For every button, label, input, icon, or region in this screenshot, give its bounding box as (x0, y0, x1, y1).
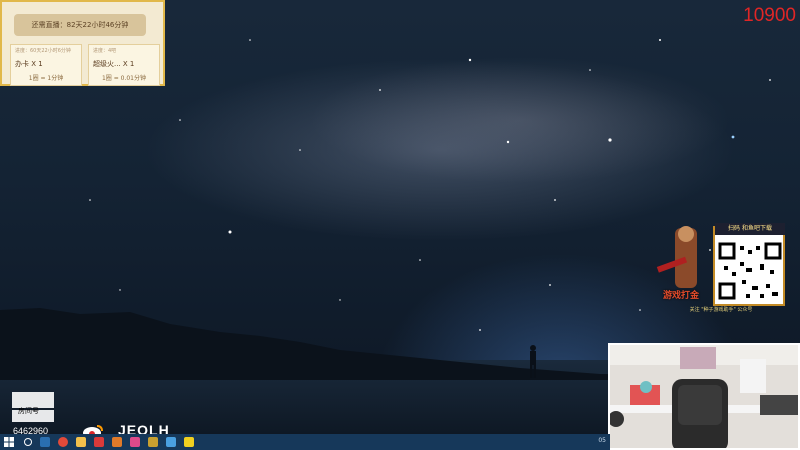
reward-name: 超级火... X 1 (93, 60, 135, 68)
reward-rate: 1圈 = 0.01分钟 (101, 75, 147, 82)
windows-start-icon[interactable] (4, 437, 14, 447)
app-gold-icon[interactable] (148, 437, 158, 447)
game-ad: 扫码 和鱼吧下载 游戏打金 关注 "种子游戏助手" 公众号 (655, 222, 787, 314)
reward-progress: 进度：60天22小时6分钟 (15, 48, 71, 54)
live-duration-banner: 还需直播：82天22小时46分钟 (14, 14, 146, 36)
live-event-panel: 还需直播：82天22小时46分钟 进度：60天22小时6分钟 办卡 X 1 1圈… (0, 0, 165, 86)
ad-caption: 关注 "种子游戏助手" 公众号 (689, 307, 753, 313)
search-icon[interactable] (24, 438, 32, 446)
folder-icon[interactable] (76, 437, 86, 447)
person-silhouette (530, 345, 536, 378)
reward-progress: 进度：4吧 (93, 48, 117, 54)
qr-header: 扫码 和鱼吧下载 (715, 223, 785, 235)
tray-clock: 05 (598, 437, 606, 444)
app-pink-icon[interactable] (130, 437, 140, 447)
app-blue-icon[interactable] (166, 437, 176, 447)
app-yellow-icon[interactable] (184, 437, 194, 447)
windows-taskbar: 05 (0, 434, 610, 450)
webcam-feed (608, 343, 800, 450)
reward-rate: 1圈 = 1分钟 (28, 75, 64, 82)
reward-card-card: 进度：60天22小时6分钟 办卡 X 1 1圈 = 1分钟 (10, 44, 82, 86)
app-orange-icon[interactable] (112, 437, 122, 447)
room-label: 房间号 (18, 407, 39, 415)
game-title: 游戏打金 (663, 291, 700, 301)
viewer-count: 10900 (743, 5, 796, 26)
app-red-icon[interactable] (94, 437, 104, 447)
reward-name: 办卡 X 1 (15, 60, 43, 68)
steam-icon[interactable] (40, 437, 50, 447)
chrome-icon[interactable] (58, 437, 68, 447)
reward-card-rocket: 进度：4吧 超级火... X 1 1圈 = 0.01分钟 (88, 44, 160, 86)
